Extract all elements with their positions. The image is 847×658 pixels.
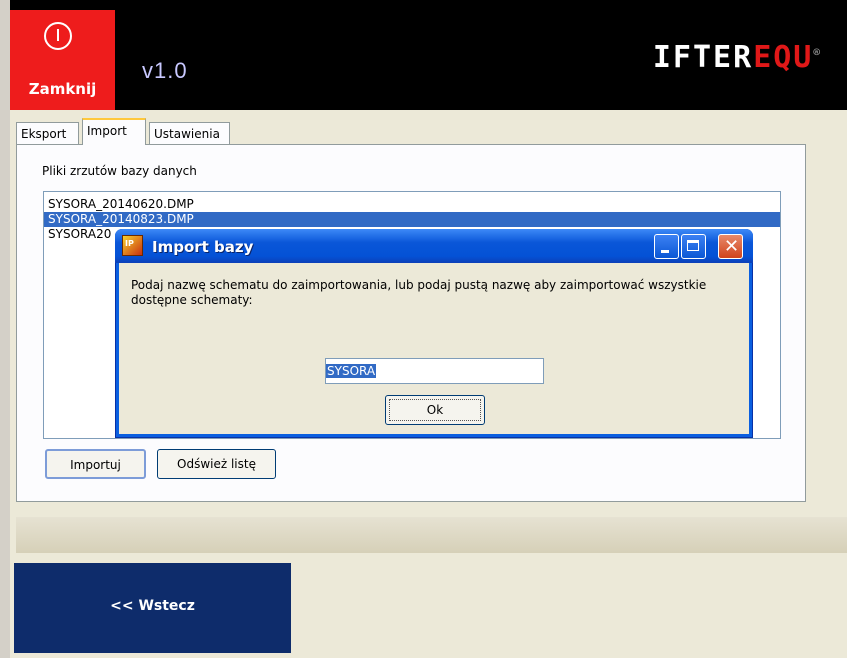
power-icon [44,22,72,50]
logo-part-red: EQU [753,40,814,75]
import-button[interactable]: Importuj [45,449,146,479]
dialog-app-icon: IP [122,235,143,256]
version-label: v1.0 [142,58,188,83]
dialog-message: Podaj nazwę schematu do zaimportowania, … [131,278,707,307]
schema-name-value: SYSORA [326,364,377,378]
minimize-button[interactable] [654,234,679,259]
status-strip [16,517,847,553]
back-button-label: << Wstecz [110,598,195,614]
list-item-selected[interactable]: SYSORA_20140823.DMP [44,212,780,227]
close-app-label: Zamknij [28,80,97,98]
maximize-button[interactable] [681,234,706,259]
list-item[interactable]: SYSORA_20140620.DMP [48,197,194,212]
tab-eksport[interactable]: Eksport [16,122,79,144]
brand-logo: IFTEREQU® [653,40,822,75]
window-left-border [0,0,10,658]
dialog-close-button[interactable]: ✕ [718,234,743,259]
refresh-list-button[interactable]: Odśwież listę [157,449,276,479]
logo-part-white: IFTER [652,40,754,75]
tab-ustawienia[interactable]: Ustawienia [149,122,230,144]
dialog-title: Import bazy [152,238,254,256]
close-icon: ✕ [724,236,740,257]
dump-files-label: Pliki zrzutów bazy danych [42,164,197,178]
list-item[interactable]: SYSORA20 [48,227,111,242]
schema-name-input[interactable]: SYSORA [325,358,544,384]
ok-button[interactable]: Ok [385,395,485,425]
tab-import[interactable]: Import [82,118,146,145]
registered-mark: ® [813,46,822,59]
focus-ring [389,399,481,421]
